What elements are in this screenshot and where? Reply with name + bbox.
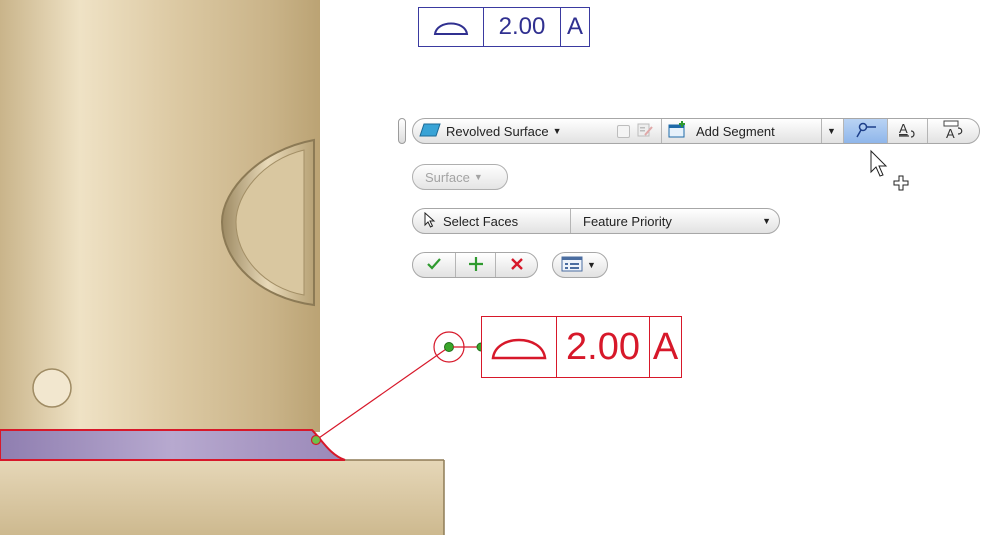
- toolbar-grip-handle[interactable]: [398, 118, 406, 144]
- selection-toolbar: Select Faces Feature Priority ▼: [412, 208, 780, 234]
- revolved-surface-icon: [419, 123, 441, 140]
- chevron-down-icon: ▼: [473, 172, 483, 182]
- hole-feature: [32, 368, 72, 408]
- fcf-main-datum[interactable]: A: [650, 317, 681, 377]
- selected-revolved-surface[interactable]: [0, 429, 346, 461]
- svg-text:A: A: [899, 121, 908, 136]
- fcf-main[interactable]: 2.00 A: [481, 316, 682, 378]
- checkbox-group[interactable]: [611, 119, 661, 143]
- add-segment-dropdown[interactable]: ▼: [821, 119, 843, 143]
- select-faces-button[interactable]: Select Faces: [413, 209, 570, 233]
- add-segment-icon: [668, 120, 688, 142]
- ok-check-icon: [426, 257, 442, 274]
- svg-text:A: A: [946, 126, 955, 140]
- priority-dropdown-value: Feature Priority: [583, 213, 672, 229]
- mini-toolbar: Revolved Surface ▼ Add Segment ▼ A A: [412, 118, 980, 144]
- text-style-icon: A: [897, 121, 919, 142]
- fcf-main-tolerance[interactable]: 2.00: [557, 317, 650, 377]
- edit-text-icon: [636, 121, 654, 142]
- cancel-x-icon: [510, 257, 524, 274]
- chevron-down-icon: ▼: [552, 126, 562, 136]
- chevron-down-icon: ▼: [762, 216, 771, 226]
- commit-toolbar: [412, 252, 538, 278]
- ok-button[interactable]: [413, 253, 455, 277]
- mouse-cursor-icon: [870, 149, 909, 191]
- profile-of-surface-icon: [419, 8, 484, 46]
- cancel-button[interactable]: [495, 253, 537, 277]
- fcf-preview-tolerance: 2.00: [484, 8, 561, 46]
- surface-dropdown[interactable]: Surface ▼: [412, 164, 508, 190]
- profile-of-surface-icon: [482, 317, 557, 377]
- geometry-dropdown[interactable]: Revolved Surface ▼: [413, 119, 611, 143]
- annotation-text-icon: A: [942, 120, 966, 143]
- apply-button[interactable]: [455, 253, 495, 277]
- leader-icon: [855, 122, 877, 141]
- options-dropdown[interactable]: ▼: [552, 252, 608, 278]
- leader-attach-point[interactable]: [310, 434, 322, 446]
- plus-icon: [468, 256, 484, 275]
- text-style-button[interactable]: A: [887, 119, 927, 143]
- fcf-preview-datum: A: [566, 13, 583, 40]
- leader-line: [315, 346, 450, 441]
- annotation-text-button[interactable]: A: [927, 119, 979, 143]
- leader-button[interactable]: [843, 119, 887, 143]
- chevron-down-icon: ▼: [827, 126, 836, 136]
- base-plate: [0, 460, 444, 535]
- fcf-preview: 2.00 A: [418, 7, 590, 47]
- checkbox-icon[interactable]: [617, 124, 630, 138]
- select-arrow-icon: [423, 211, 437, 231]
- geometry-dropdown-label: Revolved Surface: [446, 123, 549, 139]
- surface-dropdown-label: Surface: [425, 169, 470, 185]
- options-menu-icon: [561, 256, 583, 275]
- priority-dropdown[interactable]: Feature Priority ▼: [570, 209, 779, 233]
- select-faces-label: Select Faces: [443, 213, 519, 229]
- add-segment-label: Add Segment: [696, 123, 775, 139]
- chevron-down-icon: ▼: [587, 260, 596, 270]
- leader-grip-point[interactable]: [444, 342, 454, 352]
- add-segment-button[interactable]: Add Segment: [661, 119, 821, 143]
